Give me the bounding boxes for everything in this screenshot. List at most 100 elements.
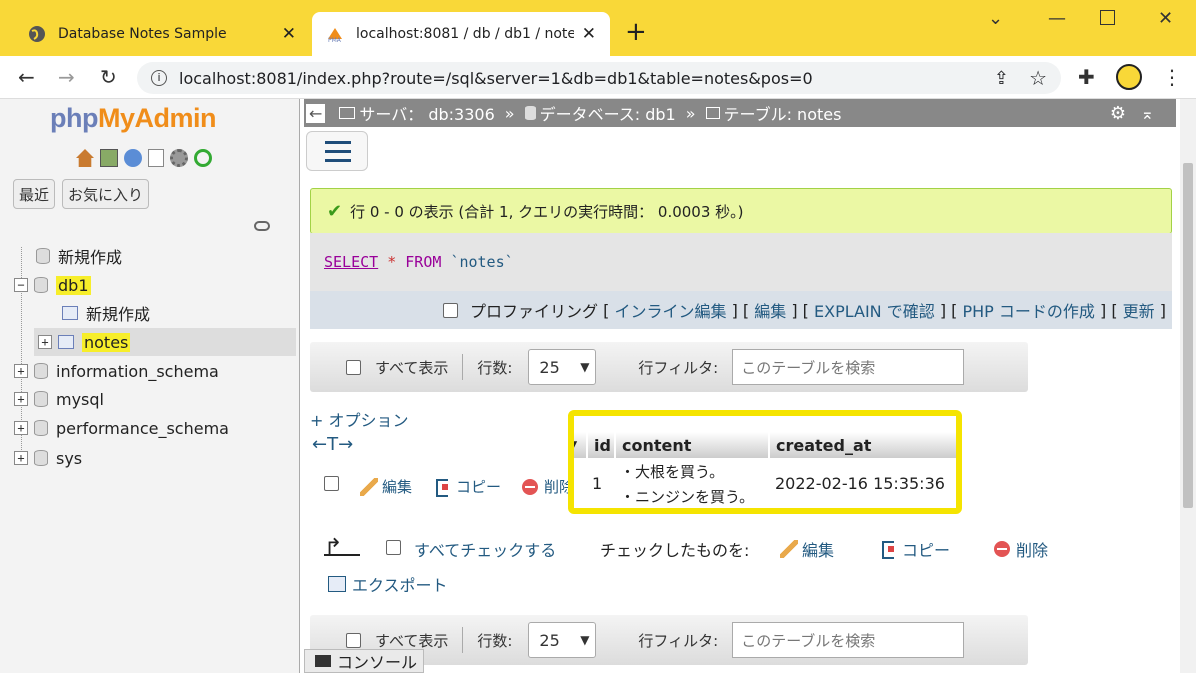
info-icon[interactable]: i bbox=[151, 70, 167, 86]
bulk-copy-button[interactable]: コピー bbox=[880, 537, 950, 561]
profile-avatar[interactable] bbox=[1116, 64, 1142, 90]
console-toggle[interactable]: コンソール bbox=[304, 649, 424, 673]
expand-icon[interactable]: + bbox=[14, 364, 28, 378]
breadcrumb: ← サーバ： db:3306 » データベース: db1 » テーブル: not… bbox=[304, 99, 1176, 127]
bulk-delete-button[interactable]: 削除 bbox=[994, 537, 1048, 561]
browser-toolbar: ← → ↻ i localhost:8081/index.php?route=/… bbox=[0, 56, 1196, 99]
bulk-export-button[interactable]: エクスポート bbox=[328, 572, 448, 596]
collapse-icon[interactable]: − bbox=[14, 278, 28, 292]
share-icon[interactable]: ⇪ bbox=[994, 68, 1009, 89]
export-icon bbox=[328, 576, 346, 592]
browser-tab-1[interactable]: Database Notes Sample ✕ bbox=[14, 12, 310, 56]
collapse-top-icon[interactable]: ⌅ bbox=[1141, 104, 1154, 123]
address-bar[interactable]: i localhost:8081/index.php?route=/sql&se… bbox=[137, 62, 1061, 94]
forward-icon[interactable]: → bbox=[58, 65, 75, 89]
tree-db-performance-schema[interactable]: + performance_schema bbox=[14, 417, 229, 439]
docs-icon[interactable] bbox=[148, 149, 164, 167]
inline-edit-link[interactable]: インライン編集 bbox=[614, 298, 726, 322]
breadcrumb-table[interactable]: テーブル: notes bbox=[724, 101, 842, 125]
settings-gear-icon[interactable] bbox=[170, 149, 188, 167]
navigation-sidebar: phpMyAdmin 最近 お気に入り 新規作成 − db1 新規作成 + no… bbox=[0, 99, 300, 673]
link-icon[interactable] bbox=[254, 221, 270, 231]
settings-gear-icon[interactable]: ⚙ bbox=[1110, 103, 1126, 124]
tab-search-icon[interactable]: ⌄ bbox=[988, 8, 1003, 29]
database-icon bbox=[34, 450, 48, 466]
tree-db-db1[interactable]: − db1 bbox=[14, 274, 91, 296]
tree-db-mysql[interactable]: + mysql bbox=[14, 388, 104, 410]
new-tab-button[interactable]: + bbox=[625, 17, 647, 47]
help-icon[interactable] bbox=[124, 149, 142, 167]
explain-link[interactable]: EXPLAIN で確認 bbox=[814, 298, 935, 322]
tab-title: Database Notes Sample bbox=[58, 26, 227, 42]
row-edit-button[interactable]: 編集 bbox=[360, 476, 412, 497]
check-all-arrow-icon: ↱ bbox=[324, 535, 343, 560]
expand-icon[interactable]: + bbox=[38, 335, 52, 349]
database-icon bbox=[34, 391, 48, 407]
tree-db-sys[interactable]: + sys bbox=[14, 447, 82, 469]
row-copy-button[interactable]: コピー bbox=[434, 476, 501, 497]
delete-icon bbox=[994, 541, 1010, 557]
close-icon[interactable]: ✕ bbox=[282, 24, 296, 44]
edit-query-link[interactable]: 編集 bbox=[754, 298, 786, 322]
check-all-checkbox[interactable] bbox=[386, 540, 401, 555]
minimize-icon[interactable]: — bbox=[1048, 8, 1066, 29]
table-icon bbox=[58, 335, 74, 349]
favorites-button[interactable]: お気に入り bbox=[62, 179, 150, 209]
row-filter-input[interactable]: このテーブルを検索 bbox=[732, 622, 965, 658]
sql-query: SELECT * FROM `notes` bbox=[324, 253, 514, 271]
back-icon[interactable]: ← bbox=[18, 65, 35, 89]
refresh-link[interactable]: 更新 bbox=[1123, 298, 1155, 322]
pencil-icon bbox=[360, 477, 378, 496]
rows-select[interactable]: 25 ▼ bbox=[528, 622, 597, 658]
server-icon bbox=[339, 107, 356, 119]
browser-titlebar: Database Notes Sample ✕ PMA localhost:80… bbox=[0, 0, 1196, 56]
database-new-icon bbox=[36, 248, 50, 264]
row-delete-button[interactable]: 削除 bbox=[522, 476, 574, 497]
database-icon bbox=[34, 277, 48, 293]
row-checkbox[interactable] bbox=[324, 476, 339, 491]
expand-icon[interactable]: + bbox=[14, 451, 28, 465]
tree-db-information-schema[interactable]: + information_schema bbox=[14, 360, 219, 382]
logout-icon[interactable] bbox=[100, 149, 118, 167]
tab-title: localhost:8081 / db / db1 / notes bbox=[356, 26, 574, 42]
row-filter-input[interactable]: このテーブルを検索 bbox=[732, 349, 965, 385]
breadcrumb-server[interactable]: サーバ： db:3306 bbox=[359, 101, 494, 125]
arrow-base bbox=[324, 554, 360, 556]
delete-icon bbox=[522, 478, 538, 495]
show-all-checkbox[interactable] bbox=[346, 632, 361, 648]
phpmyadmin-logo[interactable]: phpMyAdmin bbox=[50, 103, 216, 134]
tree-table-notes[interactable]: + notes bbox=[38, 331, 131, 353]
expand-icon[interactable]: + bbox=[14, 392, 28, 406]
menu-kebab-icon[interactable]: ⋮ bbox=[1162, 65, 1182, 89]
breadcrumb-database[interactable]: データベース: db1 bbox=[540, 101, 676, 125]
database-icon bbox=[34, 420, 48, 436]
navigation-bar-top: すべて表示 行数: 25 ▼ 行フィルタ: このテーブルを検索 bbox=[310, 342, 1028, 392]
php-code-link[interactable]: PHP コードの作成 bbox=[962, 298, 1094, 322]
rows-select[interactable]: 25 ▼ bbox=[528, 349, 597, 385]
expand-icon[interactable]: + bbox=[14, 421, 28, 435]
home-icon[interactable] bbox=[76, 149, 94, 167]
close-window-icon[interactable]: ✕ bbox=[1158, 8, 1173, 29]
column-resize-arrows-icon[interactable]: ←T→ bbox=[312, 434, 353, 455]
bookmark-star-icon[interactable]: ☆ bbox=[1029, 66, 1047, 90]
options-link[interactable]: + オプション bbox=[310, 407, 409, 431]
close-icon[interactable]: ✕ bbox=[582, 24, 596, 44]
sidebar-icon-bar bbox=[76, 149, 212, 167]
profiling-checkbox[interactable] bbox=[443, 302, 459, 318]
reload-icon[interactable]: ↻ bbox=[100, 65, 117, 89]
browser-tab-2[interactable]: PMA localhost:8081 / db / db1 / notes ✕ bbox=[312, 12, 610, 56]
collapse-sidebar-icon[interactable]: ← bbox=[306, 103, 326, 123]
main-content: ← サーバ： db:3306 » データベース: db1 » テーブル: not… bbox=[304, 99, 1180, 673]
copy-icon bbox=[434, 478, 452, 497]
scrollbar-thumb[interactable] bbox=[1183, 163, 1193, 508]
show-all-checkbox[interactable] bbox=[346, 359, 361, 375]
extensions-icon[interactable]: ✚ bbox=[1078, 65, 1095, 89]
reload-navigation-icon[interactable] bbox=[194, 149, 212, 167]
recent-button[interactable]: 最近 bbox=[13, 179, 56, 209]
hamburger-menu-button[interactable] bbox=[306, 131, 368, 171]
maximize-icon[interactable] bbox=[1100, 10, 1115, 25]
bulk-edit-button[interactable]: 編集 bbox=[780, 537, 834, 561]
check-all-label[interactable]: すべてチェックする bbox=[414, 537, 556, 561]
tree-new-database[interactable]: 新規作成 bbox=[36, 245, 122, 267]
tree-new-table[interactable]: 新規作成 bbox=[62, 302, 150, 324]
